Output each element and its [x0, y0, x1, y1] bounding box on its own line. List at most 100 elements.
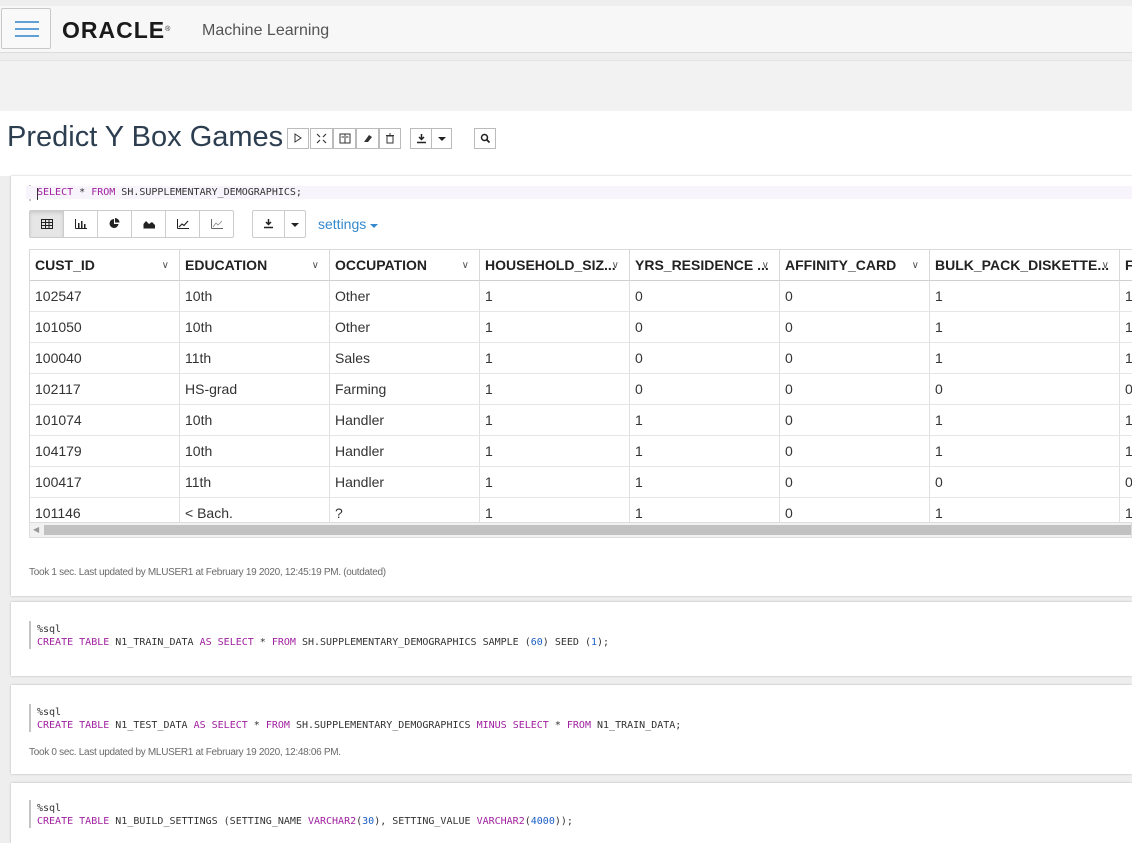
settings-dropdown[interactable]: settings [318, 216, 379, 232]
table-cell: 0 [780, 281, 930, 312]
chevron-down-icon[interactable]: ∨ [912, 250, 919, 281]
column-header[interactable]: OCCUPATION ∨ [330, 250, 480, 281]
code-token: FROM [91, 187, 116, 198]
table-cell: 1 [480, 467, 630, 498]
download-data-button[interactable] [253, 211, 285, 237]
code-token: N1_TEST_DATA [109, 720, 194, 731]
column-header-label: HOUSEHOLD_SIZ... [485, 257, 616, 273]
code-token: TABLE [79, 816, 110, 827]
column-header-label: OCCUPATION [335, 257, 428, 273]
code-editor[interactable]: %sql CREATE TABLE N1_TRAIN_DATA AS SELEC… [37, 623, 609, 649]
eraser-icon [363, 135, 372, 142]
table-cell: Farming [330, 374, 480, 405]
table-cell: Other [330, 312, 480, 343]
scatter-chart-button[interactable] [200, 211, 234, 237]
table-cell: 1 [480, 343, 630, 374]
table-cell: 1 [630, 405, 780, 436]
download-dropdown-button[interactable] [285, 211, 305, 237]
table-cell: ? [330, 498, 480, 522]
scroll-left-arrow-icon[interactable]: ◀ [33, 523, 39, 537]
table-cell: 100040 [30, 343, 180, 374]
notebook-toolbar-band [0, 60, 1132, 112]
table-cell: 102547 [30, 281, 180, 312]
table-cell: < Bach. [180, 498, 330, 522]
clear-output-button[interactable] [356, 128, 379, 149]
chevron-down-icon[interactable]: ∨ [162, 250, 169, 281]
run-all-button[interactable] [287, 128, 309, 149]
code-token: N1_BUILD_SETTINGS (SETTING_NAME [109, 816, 308, 827]
toggle-output-button[interactable] [333, 128, 356, 149]
menu-button[interactable] [1, 8, 51, 49]
code-token: AS [193, 720, 206, 731]
table-cell: 102117 [30, 374, 180, 405]
column-header[interactable]: AFFINITY_CARD ∨ [780, 250, 930, 281]
area-chart-button[interactable] [132, 211, 166, 237]
table-cell: 101146 [30, 498, 180, 522]
book-icon [339, 133, 350, 144]
table-cell: 0 [930, 467, 1120, 498]
oracle-logo[interactable]: ORACLE® [62, 19, 171, 42]
table-cell: 0 [780, 405, 930, 436]
table-cell: 1 [630, 436, 780, 467]
column-header[interactable]: HOUSEHOLD_SIZ... ∨ [480, 250, 630, 281]
bar-chart-button[interactable] [64, 211, 98, 237]
column-header[interactable]: YRS_RESIDENCE ... ∨ [630, 250, 780, 281]
column-header[interactable]: F [1120, 250, 1132, 281]
table-cell: 0 [1120, 467, 1132, 498]
export-button[interactable] [410, 128, 432, 149]
code-token: VARCHAR2 [307, 816, 357, 827]
area-chart-icon [143, 221, 155, 229]
code-token: SH.SUPPLEMENTARY_DEMOGRAPHICS; [115, 187, 302, 198]
code-token: SELECT [211, 720, 248, 731]
column-header[interactable]: BULK_PACK_DISKETTE... ∨ [930, 250, 1120, 281]
column-header-label: AFFINITY_CARD [785, 257, 897, 273]
code-token: * [548, 720, 567, 731]
result-table[interactable]: CUST_ID ∨ EDUCATION ∨ OCCUPATION ∨ HOUSEHOLD_S… [29, 249, 1132, 523]
chevron-down-icon[interactable]: ∨ [612, 250, 619, 281]
export-dropdown-button[interactable] [431, 128, 452, 149]
code-token: MINUS [476, 720, 507, 731]
chevron-down-icon[interactable]: ∨ [1102, 250, 1109, 281]
scrollbar-thumb[interactable] [44, 525, 1131, 535]
table-view-button[interactable] [30, 211, 64, 237]
table-cell: 10th [180, 281, 330, 312]
line-chart-button[interactable] [166, 211, 200, 237]
code-token: SELECT [217, 637, 254, 648]
table-cell: 104179 [30, 436, 180, 467]
text-cursor [37, 188, 38, 200]
table-cell: 11th [180, 343, 330, 374]
notebook-title[interactable]: Predict Y Box Games [7, 121, 283, 154]
table-cell: 10th [180, 312, 330, 343]
code-token: TABLE [79, 720, 110, 731]
code-editor[interactable]: %sql CREATE TABLE N1_TEST_DATA AS SELECT… [37, 706, 681, 732]
table-cell: 0 [630, 374, 780, 405]
table-cell: 1 [1120, 405, 1132, 436]
column-header[interactable]: CUST_ID ∨ [30, 250, 180, 281]
delete-button[interactable] [379, 128, 401, 149]
code-editor[interactable]: %sql CREATE TABLE N1_BUILD_SETTINGS (SET… [37, 802, 573, 828]
table-cell: 1 [480, 374, 630, 405]
table-cell: 1 [480, 498, 630, 522]
code-editor[interactable]: SELECT * FROM SH.SUPPLEMENTARY_DEMOGRAPH… [37, 186, 302, 199]
chevron-down-icon[interactable]: ∨ [762, 250, 769, 281]
table-cell: 0 [780, 343, 930, 374]
table-cell: 0 [930, 374, 1120, 405]
code-token: AS [199, 637, 212, 648]
editor-gutter [29, 704, 31, 732]
chevron-down-icon[interactable]: ∨ [462, 250, 469, 281]
horizontal-scrollbar[interactable]: ◀ [29, 522, 1132, 538]
run-all-icon [294, 133, 302, 143]
chevron-down-icon[interactable]: ∨ [312, 250, 319, 281]
code-token: ) SEED ( [542, 637, 591, 648]
table-cell: 0 [780, 467, 930, 498]
hide-code-button[interactable] [310, 128, 333, 149]
column-header[interactable]: EDUCATION ∨ [180, 250, 330, 281]
interpreter-tag: %sql [37, 707, 62, 718]
settings-label: settings [318, 216, 367, 232]
hamburger-icon-line [15, 28, 39, 30]
bar-chart-icon [74, 219, 87, 229]
table-cell: 1 [930, 312, 1120, 343]
search-button[interactable] [474, 128, 496, 149]
pie-chart-button[interactable] [98, 211, 132, 237]
table-cell: 0 [780, 498, 930, 522]
